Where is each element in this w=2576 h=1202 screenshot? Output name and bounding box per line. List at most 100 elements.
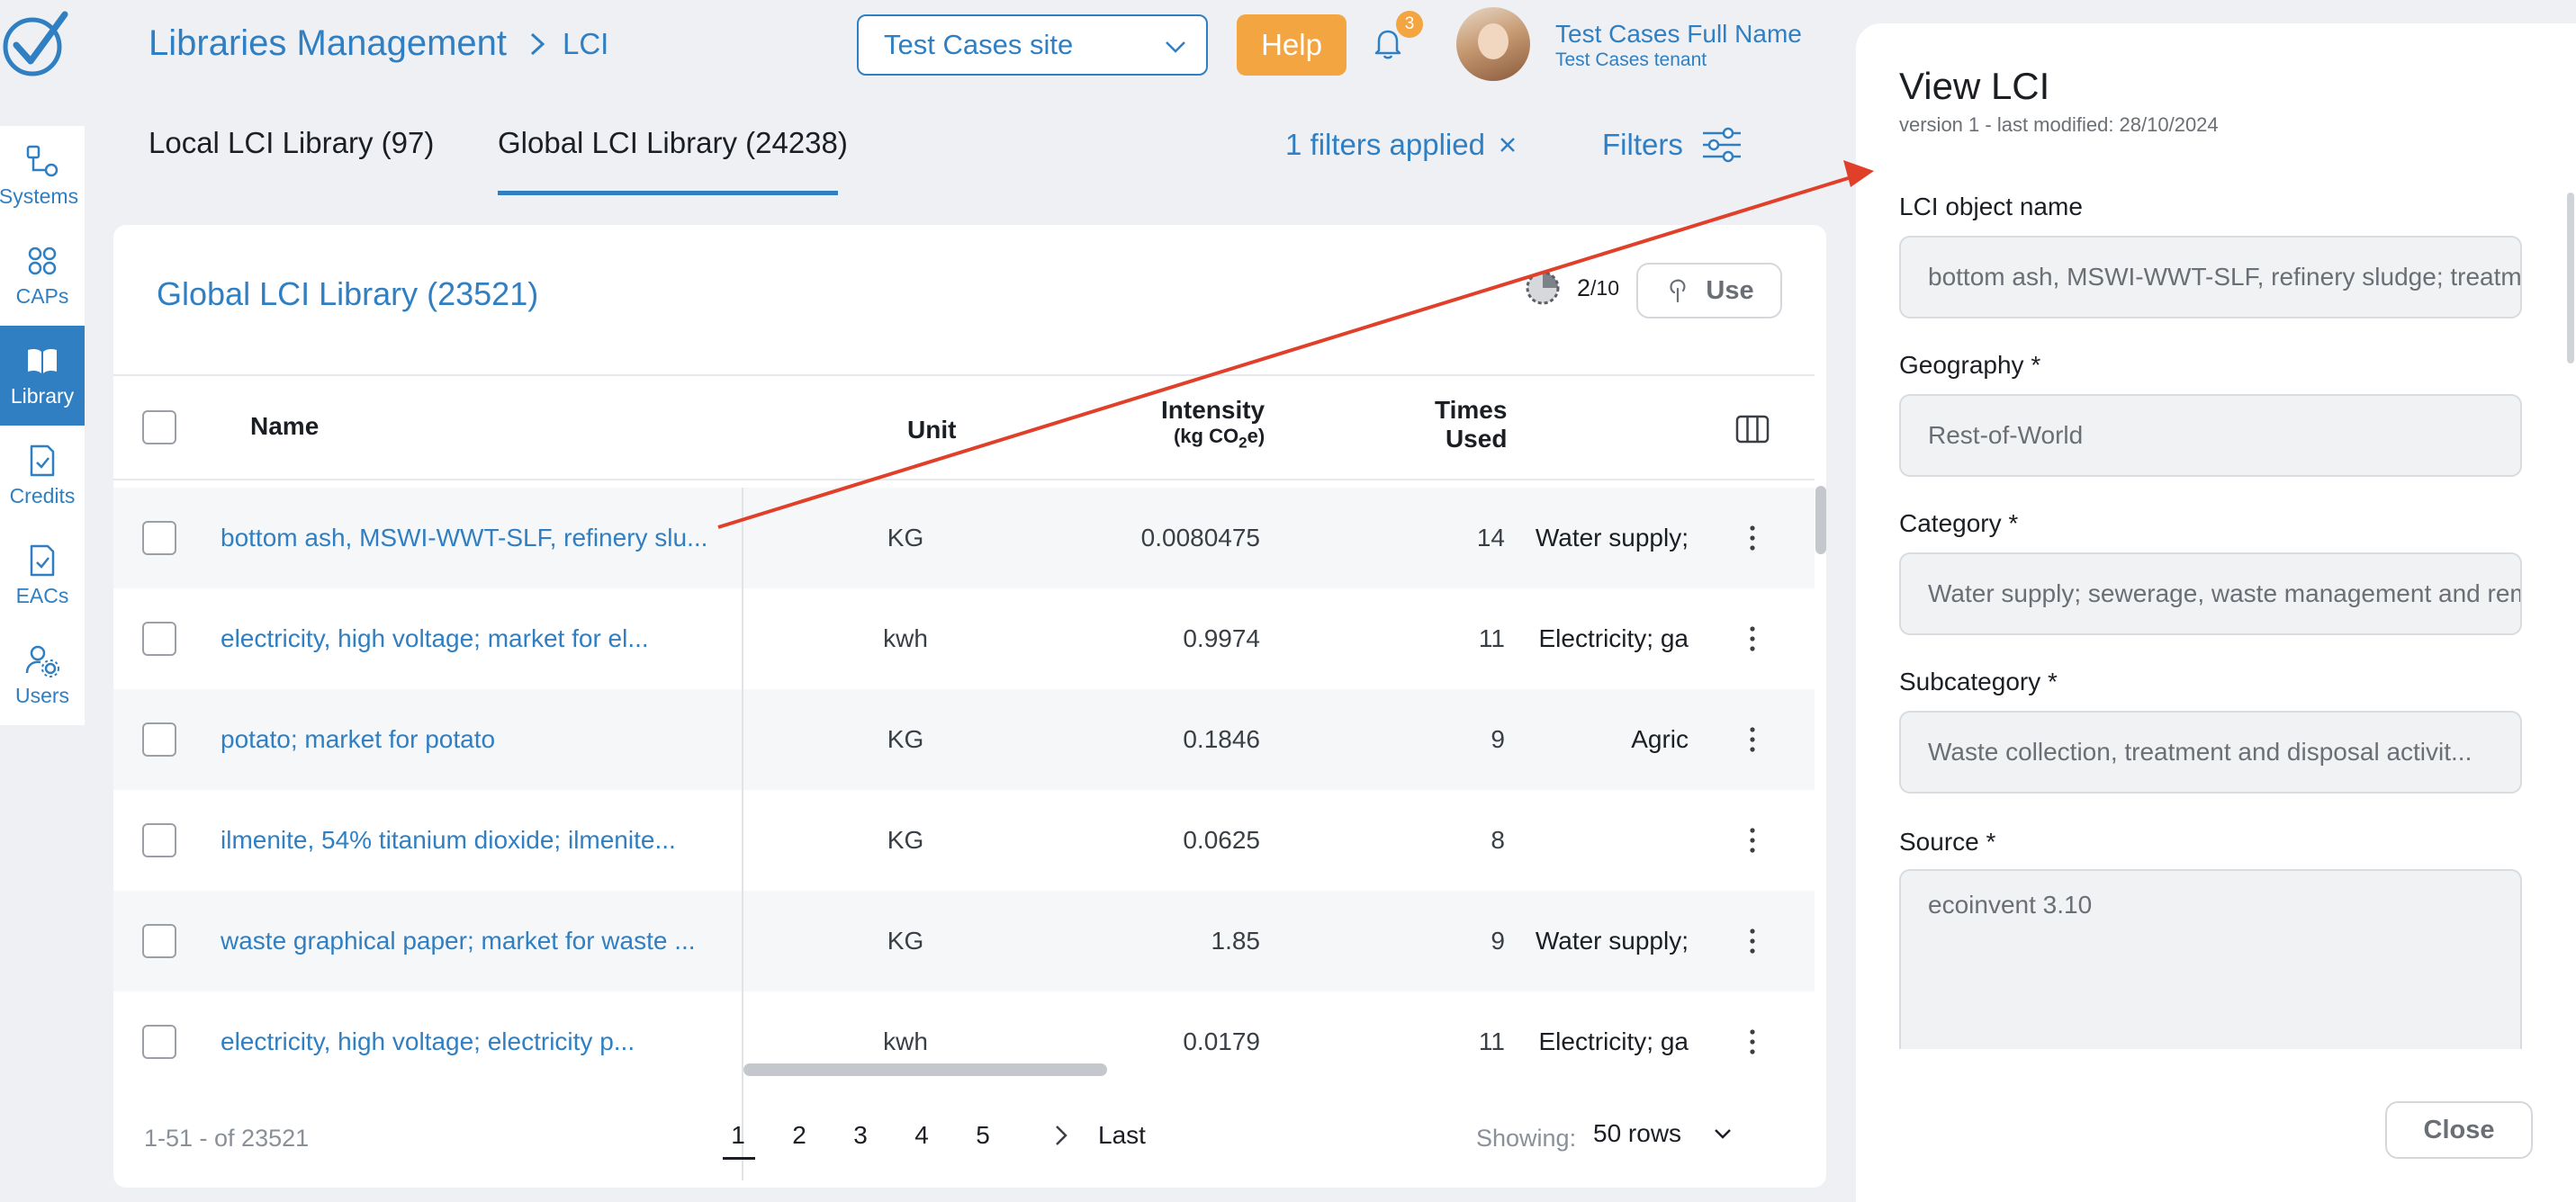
row-times-used: 11 [1478, 624, 1505, 652]
lci-name-field[interactable]: bottom ash, MSWI-WWT-SLF, refinery sludg… [1899, 236, 2522, 318]
times-label-line2: Used [1445, 425, 1508, 453]
systems-icon [26, 145, 59, 177]
more-options-icon[interactable] [1748, 927, 1757, 955]
row-name-link[interactable]: electricity, high voltage; electricity p… [221, 991, 738, 1092]
row-checkbox[interactable] [142, 1025, 176, 1059]
breadcrumb-root[interactable]: Libraries Management [149, 23, 507, 64]
use-label: Use [1706, 275, 1754, 305]
sidebar-item-label: Users [14, 684, 70, 707]
row-name-link[interactable]: ilmenite, 54% titanium dioxide; ilmenite… [221, 790, 738, 891]
table-row[interactable]: electricity, high voltage; electricity p… [113, 991, 1815, 1092]
chevron-down-icon [1715, 1129, 1731, 1139]
eac-doc-icon [30, 544, 55, 577]
active-tab-indicator [498, 191, 838, 195]
horizontal-scrollbar[interactable] [743, 1063, 1107, 1076]
subcategory-field[interactable]: Waste collection, treatment and disposal… [1899, 711, 2522, 794]
sidebar-item-systems[interactable]: Systems [0, 126, 85, 226]
tab-global-library[interactable]: Global LCI Library (24238) [498, 126, 848, 160]
help-button[interactable]: Help [1237, 14, 1347, 76]
column-divider [742, 488, 743, 1180]
chevron-right-icon[interactable] [1051, 1124, 1071, 1147]
tab-local-library[interactable]: Local LCI Library (97) [149, 126, 434, 160]
more-options-icon[interactable] [1748, 524, 1757, 552]
more-options-icon[interactable] [1748, 826, 1757, 855]
table-row[interactable]: ilmenite, 54% titanium dioxide; ilmenite… [113, 790, 1815, 891]
column-times-used[interactable]: Times Used [1435, 396, 1507, 453]
sliders-icon [1702, 127, 1741, 163]
row-unit: KG [887, 927, 924, 955]
close-button[interactable]: Close [2385, 1101, 2533, 1159]
subcategory-label: Subcategory * [1899, 668, 2058, 695]
row-checkbox[interactable] [142, 622, 176, 656]
row-category: Water supply; [1535, 927, 1689, 955]
more-options-icon[interactable] [1748, 1027, 1757, 1056]
row-unit: KG [887, 826, 924, 854]
site-select[interactable]: Test Cases site [857, 14, 1208, 76]
row-checkbox[interactable] [142, 823, 176, 857]
filters-applied-label: 1 filters applied [1285, 128, 1485, 161]
filters-applied-chip[interactable]: 1 filters applied [1285, 128, 1518, 162]
column-intensity[interactable]: Intensity (kg CO2e) [1161, 396, 1265, 452]
close-icon[interactable] [1498, 135, 1518, 155]
table-header: Name Unit Intensity (kg CO2e) Times Used [113, 374, 1815, 480]
row-times-used: 14 [1476, 524, 1505, 552]
page-5[interactable]: 5 [952, 1121, 1013, 1150]
usage-counter: 2/10 [1525, 270, 1619, 306]
pagination-range: 1-51 - of 23521 [144, 1125, 310, 1152]
usage-ring-icon [1526, 271, 1560, 305]
row-name-link[interactable]: waste graphical paper; market for waste … [221, 891, 738, 991]
more-options-icon[interactable] [1748, 624, 1757, 653]
table-row[interactable]: potato; market for potato KG 0.1846 9 Agric [113, 689, 1815, 790]
usage-total: /10 [1590, 275, 1620, 300]
avatar[interactable] [1456, 7, 1530, 81]
row-name-link[interactable]: bottom ash, MSWI-WWT-SLF, refinery slu..… [221, 488, 738, 588]
intensity-label: Intensity [1161, 396, 1265, 424]
category-field[interactable]: Water supply; sewerage, waste management… [1899, 552, 2522, 635]
row-checkbox[interactable] [142, 924, 176, 958]
row-name-link[interactable]: potato; market for potato [221, 689, 738, 790]
panel-scrollbar[interactable] [2567, 193, 2574, 363]
sidebar-item-label: Credits [9, 484, 76, 507]
table-row[interactable]: electricity, high voltage; market for el… [113, 588, 1815, 689]
tap-icon [1670, 279, 1686, 303]
rows-per-page-select[interactable]: 50 rows [1593, 1119, 1732, 1148]
sidebar-item-users[interactable]: Users [0, 625, 85, 725]
use-button[interactable]: Use [1636, 263, 1782, 318]
geography-field[interactable]: Rest-of-World [1899, 394, 2522, 477]
chevron-down-icon [1166, 41, 1185, 53]
sidebar-item-eacs[interactable]: EACs [0, 525, 85, 625]
columns-icon[interactable] [1735, 415, 1770, 444]
table-row[interactable]: bottom ash, MSWI-WWT-SLF, refinery slu..… [113, 488, 1815, 588]
row-unit: kwh [883, 1027, 928, 1055]
page-1[interactable]: 1 [707, 1121, 769, 1160]
column-unit[interactable]: Unit [907, 416, 956, 444]
notification-badge: 3 [1396, 11, 1423, 38]
sidebar-item-library[interactable]: Library [0, 326, 85, 426]
row-category [1518, 790, 1689, 891]
vertical-scrollbar[interactable] [1815, 486, 1826, 554]
page-4[interactable]: 4 [891, 1121, 952, 1150]
filters-button[interactable]: Filters [1602, 126, 1743, 164]
sidebar-item-credits[interactable]: Credits [0, 426, 85, 525]
select-all-checkbox[interactable] [142, 410, 176, 444]
times-label-line1: Times [1435, 396, 1508, 424]
more-options-icon[interactable] [1748, 725, 1757, 754]
source-field[interactable]: ecoinvent 3.10 [1899, 869, 2522, 1049]
page-2[interactable]: 2 [769, 1121, 830, 1150]
sidebar-item-caps[interactable]: CAPs [0, 226, 85, 326]
pagination: 1 2 3 4 5 Last [707, 1121, 1146, 1160]
check-logo-icon[interactable] [0, 9, 70, 79]
row-name-link[interactable]: electricity, high voltage; market for el… [221, 588, 738, 689]
row-checkbox[interactable] [142, 722, 176, 757]
row-checkbox[interactable] [142, 521, 176, 555]
page-3[interactable]: 3 [830, 1121, 891, 1150]
column-name[interactable]: Name [250, 412, 319, 441]
table-row[interactable]: waste graphical paper; market for waste … [113, 891, 1815, 991]
credit-doc-icon [30, 444, 55, 477]
row-intensity: 0.0080475 [1140, 524, 1260, 552]
last-page-link[interactable]: Last [1098, 1121, 1146, 1150]
row-times-used: 9 [1491, 927, 1505, 955]
row-intensity: 0.9974 [1183, 624, 1260, 652]
row-category: Electricity; ga [1538, 624, 1689, 652]
user-name[interactable]: Test Cases Full Name [1555, 20, 1802, 49]
